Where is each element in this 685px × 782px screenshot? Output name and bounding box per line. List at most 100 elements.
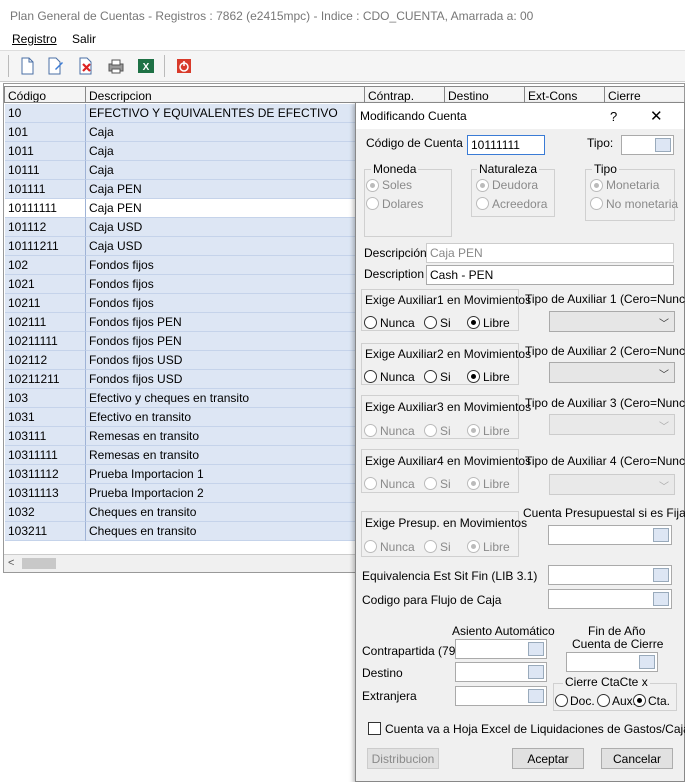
cell-descripcion[interactable]: Prueba Importacion 1	[86, 465, 364, 484]
cell-descripcion[interactable]: Cheques en transito	[86, 503, 364, 522]
cancelar-button[interactable]: Cancelar	[601, 748, 673, 769]
cell-descripcion[interactable]: Caja PEN	[86, 199, 364, 218]
cierre-cta-radio[interactable]	[633, 694, 646, 707]
descripcion-input[interactable]: Caja PEN	[426, 243, 674, 263]
aux1-si-radio[interactable]	[424, 316, 437, 329]
aux1-libre-radio[interactable]	[467, 316, 480, 329]
delete-icon[interactable]	[77, 57, 95, 75]
cell-descripcion[interactable]: Caja	[86, 142, 364, 161]
cell-descripcion[interactable]: Efectivo y cheques en transito	[86, 389, 364, 408]
cell-codigo[interactable]: 10311111	[5, 446, 86, 465]
help-icon[interactable]: ?	[610, 109, 617, 124]
cell-codigo[interactable]: 10211111	[5, 332, 86, 351]
lookup-icon[interactable]	[653, 568, 669, 582]
cierre-doc-radio[interactable]	[555, 694, 568, 707]
cell-descripcion[interactable]: Caja USD	[86, 237, 364, 256]
aux4-libre-radio[interactable]	[467, 477, 480, 490]
cell-descripcion[interactable]: Remesas en transito	[86, 427, 364, 446]
menu-registro[interactable]: Registro	[12, 32, 57, 46]
lookup-icon[interactable]	[639, 655, 655, 669]
presup-cuenta-input[interactable]	[548, 525, 672, 545]
destino-input[interactable]	[455, 662, 547, 682]
col-header-codigo[interactable]: Código	[4, 86, 86, 103]
aux3-libre-radio[interactable]	[467, 424, 480, 437]
moneda-dolares-radio[interactable]	[366, 197, 379, 210]
naturaleza-deudora-radio[interactable]	[476, 179, 489, 192]
excel-icon[interactable]: X	[137, 57, 155, 75]
lookup-icon[interactable]	[528, 665, 544, 679]
cell-codigo[interactable]: 10111211	[5, 237, 86, 256]
aux2-libre-radio[interactable]	[467, 370, 480, 383]
lookup-icon[interactable]	[655, 138, 671, 152]
print-icon[interactable]	[107, 57, 125, 75]
scroll-left-icon[interactable]: <	[8, 557, 14, 569]
cell-descripcion[interactable]: Fondos fijos	[86, 256, 364, 275]
aux2-si-radio[interactable]	[424, 370, 437, 383]
extranjera-input[interactable]	[455, 686, 547, 706]
col-header-cierre[interactable]: Cierre	[605, 86, 684, 103]
aux3-si-radio[interactable]	[424, 424, 437, 437]
aceptar-button[interactable]: Aceptar	[512, 748, 584, 769]
cell-codigo[interactable]: 101111	[5, 180, 86, 199]
lookup-icon[interactable]	[653, 528, 669, 542]
cell-codigo[interactable]: 103211	[5, 522, 86, 541]
exit-icon[interactable]	[175, 57, 193, 75]
cell-codigo[interactable]: 102	[5, 256, 86, 275]
lookup-icon[interactable]	[528, 642, 544, 656]
distribucion-button[interactable]: Distribucion	[367, 748, 439, 769]
equivalencia-input[interactable]	[548, 565, 672, 585]
lookup-icon[interactable]	[528, 689, 544, 703]
cuenta-cierre-input[interactable]	[566, 652, 658, 672]
cell-codigo[interactable]: 102112	[5, 351, 86, 370]
contrapartida-input[interactable]	[455, 639, 547, 659]
codigo-input[interactable]: 10111111	[467, 135, 545, 155]
cell-codigo[interactable]: 1011	[5, 142, 86, 161]
aux2-nunca-radio[interactable]	[364, 370, 377, 383]
excel-hoja-checkbox[interactable]	[368, 722, 381, 735]
cell-descripcion[interactable]: EFECTIVO Y EQUIVALENTES DE EFECTIVO	[86, 104, 364, 123]
aux1-tipo-combo[interactable]: ﹀	[549, 311, 675, 332]
cell-descripcion[interactable]: Fondos fijos PEN	[86, 313, 364, 332]
aux1-nunca-radio[interactable]	[364, 316, 377, 329]
moneda-soles-radio[interactable]	[366, 179, 379, 192]
aux4-si-radio[interactable]	[424, 477, 437, 490]
flujo-input[interactable]	[548, 589, 672, 609]
cell-descripcion[interactable]: Remesas en transito	[86, 446, 364, 465]
cell-codigo[interactable]: 103	[5, 389, 86, 408]
presup-libre-radio[interactable]	[467, 540, 480, 553]
cell-descripcion[interactable]: Caja	[86, 161, 364, 180]
cell-codigo[interactable]: 101112	[5, 218, 86, 237]
cell-descripcion[interactable]: Cheques en transito	[86, 522, 364, 541]
cell-codigo[interactable]: 10111111	[5, 199, 86, 218]
tipo-input[interactable]	[621, 135, 674, 155]
scroll-thumb[interactable]	[22, 558, 56, 569]
cell-descripcion[interactable]: Fondos fijos USD	[86, 370, 364, 389]
cell-descripcion[interactable]: Caja	[86, 123, 364, 142]
cell-codigo[interactable]: 1032	[5, 503, 86, 522]
col-header-destino[interactable]: Destino	[445, 86, 525, 103]
edit-icon[interactable]	[46, 57, 64, 75]
cell-descripcion[interactable]: Caja PEN	[86, 180, 364, 199]
cell-codigo[interactable]: 10211211	[5, 370, 86, 389]
aux2-tipo-combo[interactable]: ﹀	[549, 362, 675, 383]
aux4-tipo-combo[interactable]: ﹀	[549, 474, 675, 495]
lookup-icon[interactable]	[653, 592, 669, 606]
cell-descripcion[interactable]: Fondos fijos USD	[86, 351, 364, 370]
close-icon[interactable]: ✕	[650, 107, 663, 125]
cell-descripcion[interactable]: Fondos fijos	[86, 294, 364, 313]
cell-codigo[interactable]: 10	[5, 104, 86, 123]
col-header-ext-cons[interactable]: Ext-Cons	[525, 86, 605, 103]
cell-codigo[interactable]: 10311112	[5, 465, 86, 484]
presup-nunca-radio[interactable]	[364, 540, 377, 553]
cell-codigo[interactable]: 102111	[5, 313, 86, 332]
tipo-no-monetaria-radio[interactable]	[590, 197, 603, 210]
cell-codigo[interactable]: 103111	[5, 427, 86, 446]
cell-codigo[interactable]: 101	[5, 123, 86, 142]
naturaleza-acreedora-radio[interactable]	[476, 197, 489, 210]
cell-codigo[interactable]: 10311113	[5, 484, 86, 503]
cell-descripcion[interactable]: Prueba Importacion 2	[86, 484, 364, 503]
cell-codigo[interactable]: 10111	[5, 161, 86, 180]
cell-descripcion[interactable]: Efectivo en transito	[86, 408, 364, 427]
col-header-contrap[interactable]: Cóntrap.	[365, 86, 445, 103]
menu-salir[interactable]: Salir	[72, 32, 96, 46]
